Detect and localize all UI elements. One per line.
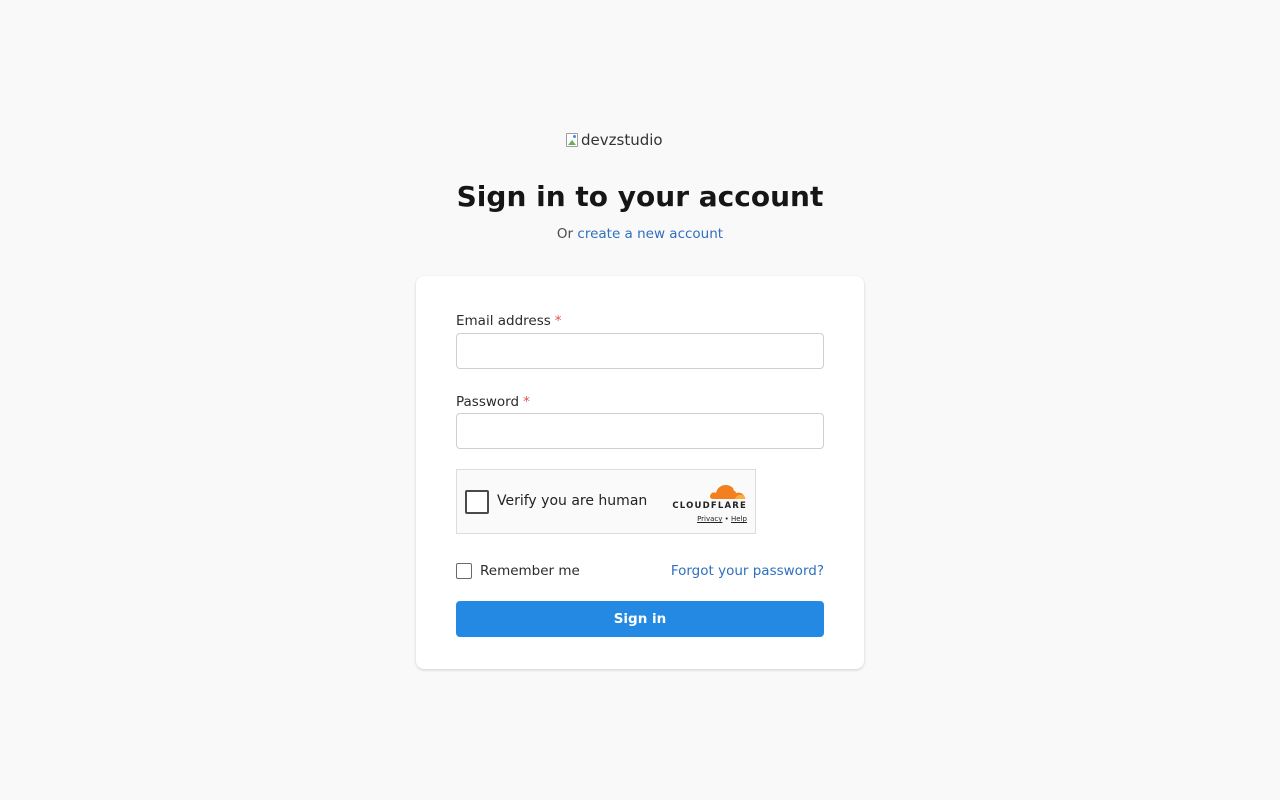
password-label-text: Password xyxy=(456,394,520,410)
cloud-icon xyxy=(709,485,746,499)
required-mark: * xyxy=(554,313,562,329)
subtitle-prefix: Or xyxy=(556,226,574,242)
broken-image-icon xyxy=(565,132,579,148)
captcha-widget: Verify you are human CLOUDFLARE Privacy … xyxy=(456,469,756,534)
password-label: Password * xyxy=(456,394,530,410)
captcha-checkbox[interactable] xyxy=(465,490,489,514)
logo: devzstudio xyxy=(565,131,663,149)
remember-me[interactable]: Remember me xyxy=(456,563,580,579)
forgot-password-link[interactable]: Forgot your password? xyxy=(671,563,824,579)
password-field[interactable] xyxy=(456,413,824,449)
email-label: Email address * xyxy=(456,313,562,329)
sign-in-button[interactable]: Sign in xyxy=(456,601,824,637)
cloudflare-wordmark: CLOUDFLARE xyxy=(672,501,747,511)
logo-alt-text: devzstudio xyxy=(581,131,663,149)
captcha-label: Verify you are human xyxy=(497,493,648,509)
privacy-link[interactable]: Privacy xyxy=(697,515,722,523)
help-link[interactable]: Help xyxy=(731,515,747,523)
link-separator: • xyxy=(724,515,729,523)
page-title: Sign in to your account xyxy=(456,180,824,213)
required-mark: * xyxy=(523,394,530,410)
cloudflare-links: Privacy • Help xyxy=(697,515,747,523)
email-field[interactable] xyxy=(456,333,824,369)
remember-checkbox[interactable] xyxy=(456,563,472,579)
email-label-text: Email address xyxy=(456,313,551,329)
remember-label: Remember me xyxy=(480,563,580,579)
cloudflare-logo: CLOUDFLARE Privacy • Help xyxy=(671,482,747,523)
create-account-link[interactable]: create a new account xyxy=(577,226,723,242)
signin-card: Email address * Password * Verify you are … xyxy=(416,276,864,669)
subtitle: Or create a new account xyxy=(0,226,1280,242)
